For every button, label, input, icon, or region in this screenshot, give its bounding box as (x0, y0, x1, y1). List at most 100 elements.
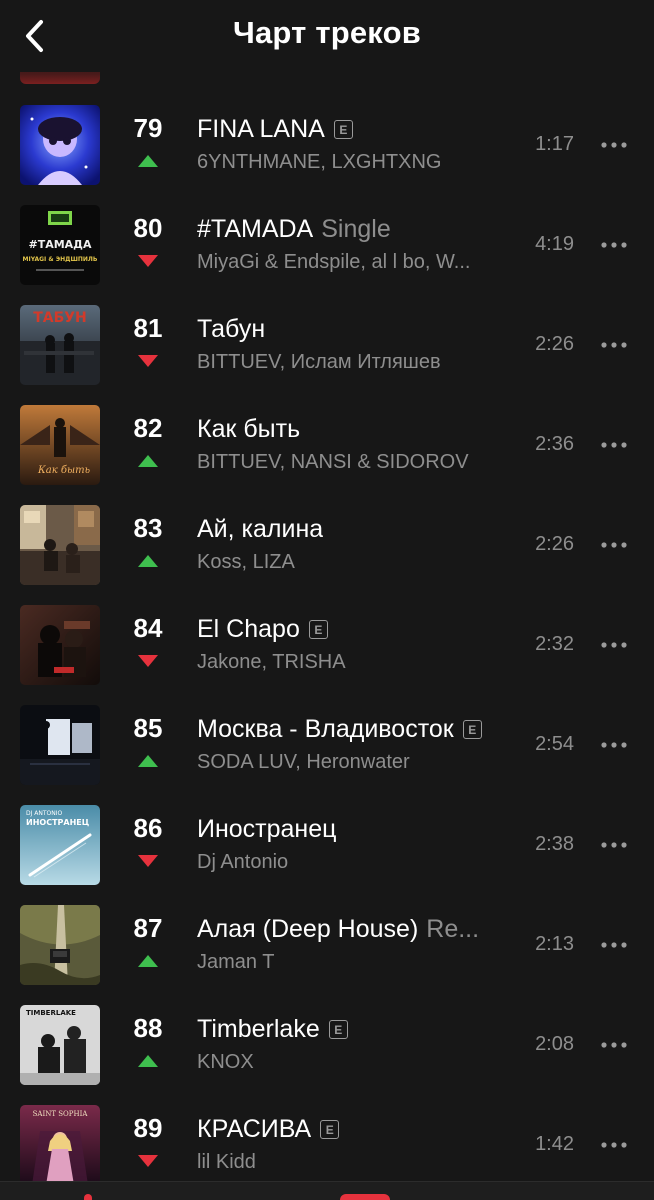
track-title: Иностранец (197, 815, 517, 844)
track-cover (20, 505, 100, 585)
more-options-button[interactable] (596, 1135, 632, 1155)
track-title-text: Москва - Владивосток (197, 715, 454, 743)
track-row[interactable]: 83 Ай, калина Koss, LIZA 2:26 (0, 495, 654, 595)
track-row[interactable]: TIMBERLAKE 88 Timberlake E KNOX 2:08 (0, 995, 654, 1095)
track-title: FINA LANA E (197, 115, 517, 144)
explicit-badge-icon: E (328, 1020, 348, 1039)
more-options-button[interactable] (596, 935, 632, 955)
track-artist: Jaman T (197, 951, 275, 973)
more-options-button[interactable] (596, 335, 632, 355)
trend-down-icon (138, 655, 158, 667)
more-options-button[interactable] (596, 135, 632, 155)
chart-position: 80 (133, 213, 163, 243)
track-row[interactable]: 84 El Chapo E Jakone, TRISHA 2:32 (0, 595, 654, 695)
track-artist: 6YNTHMANE, LXGHTXNG (197, 151, 442, 173)
more-options-button[interactable] (596, 735, 632, 755)
track-cover: TIMBERLAKE (20, 1005, 100, 1085)
track-artist: BITTUEV, Ислам Итляшев (197, 351, 441, 373)
track-cover: Как быть (20, 405, 100, 485)
track-row[interactable]: DJ ANTONIO ИНОСТРАНЕЦ 86 Иностранец Dj A… (0, 795, 654, 895)
track-cover (20, 705, 100, 785)
track-duration: 4:19 (535, 233, 574, 255)
track-row[interactable]: 85 Москва - Владивосток E SODA LUV, Hero… (0, 695, 654, 795)
track-title-text: Ай, калина (197, 515, 324, 543)
track-row[interactable]: 87 Алая (Deep House) Re... Jaman T 2:13 (0, 895, 654, 995)
track-row[interactable]: ТАБУН 81 Табун BITTUEV, Ислам Итляшев 2:… (0, 295, 654, 395)
chart-position: 87 (133, 913, 163, 943)
chart-position: 89 (133, 1113, 163, 1143)
explicit-badge-icon: E (462, 720, 482, 739)
track-duration: 1:42 (535, 1133, 574, 1155)
chart-position: 82 (133, 413, 163, 443)
track-artist: KNOX (197, 1051, 254, 1073)
track-artist: Dj Antonio (197, 851, 289, 873)
trend-down-icon (138, 255, 158, 267)
more-dots-icon (601, 842, 627, 848)
cover-text: #ТАМАДА (28, 238, 91, 251)
trend-down-icon (138, 855, 158, 867)
track-row[interactable]: 79 FINA LANA E 6YNTHMANE, LXGHTXNG 1:17 (0, 95, 654, 195)
track-list: 79 FINA LANA E 6YNTHMANE, LXGHTXNG 1:17 … (0, 95, 654, 1195)
chart-position: 85 (133, 713, 163, 743)
trend-up-icon (138, 555, 158, 567)
track-row[interactable]: SAINT SOPHIA 89 КРАСИВА E lil Kidd 1:42 (0, 1095, 654, 1195)
track-cover (20, 605, 100, 685)
track-title-text: FINA LANA (197, 115, 325, 143)
track-duration: 2:54 (535, 733, 574, 755)
cover-text: SAINT SOPHIA (33, 1110, 89, 1118)
more-dots-icon (601, 742, 627, 748)
track-row[interactable]: #ТАМАДА MIYAGI & ЭНДШПИЛЬ 80 #TAMADA Sin… (0, 195, 654, 295)
track-duration: 2:32 (535, 633, 574, 655)
track-title-text: Табун (197, 315, 266, 343)
cover-text: DJ ANTONIO (26, 810, 63, 817)
more-options-button[interactable] (596, 835, 632, 855)
more-dots-icon (601, 542, 627, 548)
cover-text: ИНОСТРАНЕЦ (26, 818, 89, 827)
explicit-badge-icon: E (308, 620, 328, 639)
track-artist: MiyaGi & Endspile, al l bo, W... (197, 251, 471, 273)
tab-bar-icon[interactable] (84, 1194, 92, 1200)
chart-position: 83 (133, 513, 163, 543)
track-cover: DJ ANTONIO ИНОСТРАНЕЦ (20, 805, 100, 885)
more-dots-icon (601, 942, 627, 948)
more-options-button[interactable] (596, 235, 632, 255)
more-dots-icon (601, 142, 627, 148)
tab-bar (0, 1181, 654, 1200)
track-artist: SODA LUV, Heronwater (197, 751, 410, 773)
track-title-text: Иностранец (197, 815, 337, 843)
track-type-label: Single (321, 215, 391, 243)
chart-position: 88 (133, 1013, 163, 1043)
track-duration: 2:38 (535, 833, 574, 855)
explicit-badge-icon: E (333, 120, 353, 139)
track-artist: Koss, LIZA (197, 551, 295, 573)
tab-bar-icon[interactable] (340, 1194, 390, 1200)
track-title: Ай, калина (197, 515, 517, 544)
track-type-label: Re... (426, 915, 480, 943)
track-duration: 2:26 (535, 533, 574, 555)
track-row[interactable]: Как быть 82 Как быть BITTUEV, NANSI & SI… (0, 395, 654, 495)
more-options-button[interactable] (596, 435, 632, 455)
trend-up-icon (138, 955, 158, 967)
more-options-button[interactable] (596, 1035, 632, 1055)
more-options-button[interactable] (596, 535, 632, 555)
track-title: КРАСИВА E (197, 1115, 517, 1144)
track-title: #TAMADA Single (197, 215, 517, 244)
chart-position: 86 (133, 813, 163, 843)
cover-text: ТАБУН (33, 310, 87, 326)
more-options-button[interactable] (596, 635, 632, 655)
track-cover: ТАБУН (20, 305, 100, 385)
track-title: Москва - Владивосток E (197, 715, 517, 744)
chart-position: 81 (133, 313, 163, 343)
cover-text: MIYAGI & ЭНДШПИЛЬ (23, 256, 98, 263)
track-title-text: Timberlake (197, 1015, 320, 1043)
track-title: Табун (197, 315, 517, 344)
track-duration: 2:26 (535, 333, 574, 355)
track-title-text: КРАСИВА (197, 1115, 312, 1143)
track-title: El Chapo E (197, 615, 517, 644)
chart-position: 79 (133, 113, 163, 143)
trend-up-icon (138, 155, 158, 167)
track-artist: Jakone, TRISHA (197, 651, 346, 673)
track-title: Timberlake E (197, 1015, 517, 1044)
track-title: Как быть (197, 415, 517, 444)
cover-text: Как быть (37, 465, 90, 476)
